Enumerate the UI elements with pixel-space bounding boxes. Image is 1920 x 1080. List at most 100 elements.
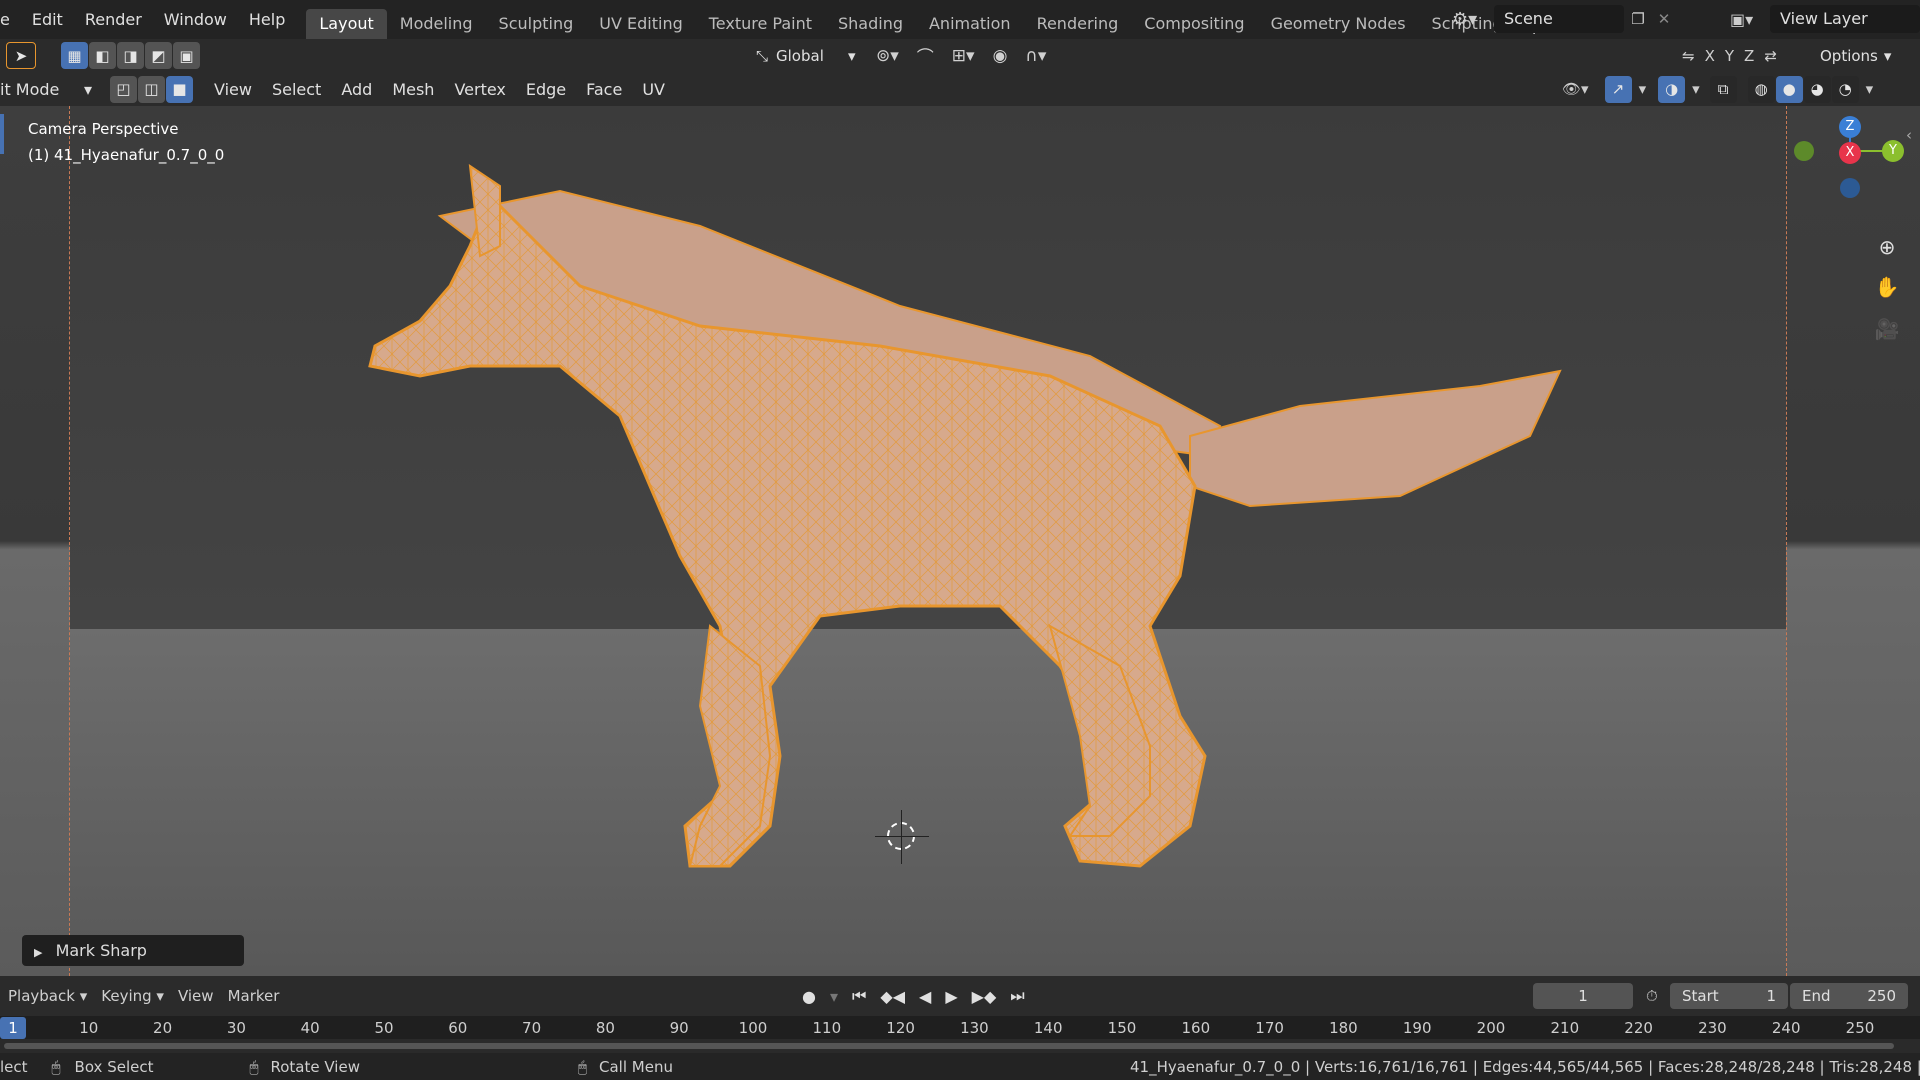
start-frame-field[interactable]: Start 1 (1670, 983, 1788, 1009)
tab-shading[interactable]: Shading (825, 9, 916, 39)
timer-icon[interactable]: ⏱ (1646, 987, 1658, 1005)
tab-sculpting[interactable]: Sculpting (486, 9, 587, 39)
falloff-icon[interactable]: ∩▾ (1025, 46, 1046, 66)
tab-rendering[interactable]: Rendering (1024, 9, 1132, 39)
pivot-icon[interactable]: ⊚▾ (876, 46, 899, 66)
xray-toggle-icon[interactable]: ⧉ (1709, 75, 1737, 103)
select-tool-icon[interactable]: ➤ (6, 42, 36, 69)
current-frame-field[interactable]: 1 (1533, 983, 1633, 1009)
menu-vertex[interactable]: Vertex (444, 73, 515, 106)
navigation-gizmo[interactable]: Z X Y (1788, 116, 1908, 226)
jump-start-icon[interactable]: ⏮ (852, 986, 866, 1006)
zoom-icon[interactable]: ⊕ (1870, 230, 1904, 264)
last-operator-panel[interactable]: ▶ Mark Sharp (22, 935, 244, 966)
menu-marker[interactable]: Marker (228, 987, 280, 1005)
pan-hand-icon[interactable]: ✋ (1870, 270, 1904, 304)
prev-keyframe-icon[interactable]: ◆◀ (880, 987, 905, 1006)
menu-window[interactable]: Window (153, 0, 238, 39)
delete-scene-icon[interactable]: ✕ (1652, 10, 1676, 28)
hyena-mesh[interactable] (0, 106, 1920, 976)
scene-icon[interactable]: ⚙▾ (1452, 9, 1494, 30)
menu-keying[interactable]: Keying ▾ (101, 987, 164, 1005)
mode-selector[interactable]: it Mode ▾ (0, 80, 100, 99)
menu-select[interactable]: Select (262, 73, 331, 106)
mirror-icon[interactable]: ⇋ (1682, 47, 1695, 65)
mirror-x-toggle[interactable]: X (1705, 47, 1715, 65)
status-select: lect (0, 1057, 28, 1076)
timeline-scrollbar[interactable] (0, 1039, 1920, 1053)
select-intersect-icon[interactable]: ▣ (173, 42, 200, 69)
main-menu: e Edit Render Window Help (0, 0, 296, 39)
snap-icon[interactable]: ⌒ (917, 43, 934, 68)
tab-layout[interactable]: Layout (306, 9, 387, 39)
end-frame-field[interactable]: End 250 (1790, 983, 1908, 1009)
visibility-icon[interactable]: 👁▾ (1562, 80, 1589, 98)
playhead-marker[interactable]: 1 (0, 1017, 26, 1039)
material-shading-icon[interactable]: ◕ (1803, 75, 1831, 103)
vertex-select-icon[interactable]: ◰ (110, 75, 137, 103)
menu-edge[interactable]: Edge (516, 73, 576, 106)
menu-help[interactable]: Help (238, 0, 296, 39)
play-icon[interactable]: ▶ (945, 987, 957, 1006)
sidebar-toggle-icon[interactable]: ‹ (1906, 126, 1912, 144)
topology-mirror-icon[interactable]: ⇄ (1764, 47, 1777, 65)
face-select-icon[interactable]: ■ (166, 75, 193, 103)
menu-timeline-view[interactable]: View (178, 987, 214, 1005)
chevron-down-icon[interactable]: ▾ (830, 987, 838, 1006)
transform-orientation[interactable]: ⤡ Global ▾ (756, 47, 856, 65)
menu-add[interactable]: Add (331, 73, 382, 106)
record-icon[interactable]: ● (802, 987, 816, 1006)
chevron-down-icon[interactable]: ▾ (1692, 80, 1700, 98)
3d-viewport[interactable]: Camera Perspective (1) 41_Hyaenafur_0.7_… (0, 106, 1920, 976)
next-keyframe-icon[interactable]: ▶◆ (972, 987, 997, 1006)
rendered-shading-icon[interactable]: ◔ (1831, 75, 1859, 103)
tab-texture-paint[interactable]: Texture Paint (696, 9, 825, 39)
menu-render[interactable]: Render (74, 0, 153, 39)
tab-geometry-nodes[interactable]: Geometry Nodes (1258, 9, 1419, 39)
view-layer-field[interactable]: View Layer (1770, 5, 1920, 33)
gizmo-neg-z-axis[interactable] (1840, 178, 1860, 198)
tab-modeling[interactable]: Modeling (387, 9, 486, 39)
select-new-icon[interactable]: ▦ (61, 42, 88, 69)
select-subtract-icon[interactable]: ◨ (117, 42, 144, 69)
status-box-select: Box Select (74, 1057, 154, 1076)
menu-uv[interactable]: UV (632, 73, 675, 106)
gizmo-toggle-icon[interactable]: ↗ (1604, 75, 1632, 103)
gizmo-y-axis[interactable]: Y (1882, 140, 1904, 162)
tab-compositing[interactable]: Compositing (1131, 9, 1257, 39)
gizmo-neg-y-axis[interactable] (1794, 141, 1814, 161)
scrollbar-thumb[interactable] (4, 1043, 1894, 1049)
select-invert-icon[interactable]: ◩ (145, 42, 172, 69)
tab-animation[interactable]: Animation (916, 9, 1024, 39)
overlay-toggle-icon[interactable]: ◑ (1658, 75, 1686, 103)
menu-file[interactable]: e (0, 0, 21, 39)
menu-face[interactable]: Face (576, 73, 632, 106)
mirror-y-toggle[interactable]: Y (1725, 47, 1734, 65)
wireframe-shading-icon[interactable]: ◍ (1747, 75, 1775, 103)
menu-edit[interactable]: Edit (21, 0, 74, 39)
options-dropdown[interactable]: Options ▾ (1820, 47, 1891, 65)
edge-select-icon[interactable]: ◫ (138, 75, 165, 103)
scene-name-field[interactable]: Scene (1494, 5, 1624, 33)
gizmo-x-axis[interactable]: X (1839, 142, 1861, 164)
menu-view[interactable]: View (204, 73, 262, 106)
menu-playback[interactable]: Playback ▾ (8, 987, 87, 1005)
tab-uv-editing[interactable]: UV Editing (586, 9, 695, 39)
solid-shading-icon[interactable]: ● (1775, 75, 1803, 103)
view-layer-icon[interactable]: ▣▾ (1730, 10, 1770, 29)
mirror-z-toggle[interactable]: Z (1744, 47, 1754, 65)
play-reverse-icon[interactable]: ◀ (919, 987, 931, 1006)
snap-target-icon[interactable]: ⊞▾ (952, 46, 975, 66)
jump-end-icon[interactable]: ⏭ (1010, 986, 1024, 1006)
menu-mesh[interactable]: Mesh (382, 73, 444, 106)
gizmo-z-axis[interactable]: Z (1839, 116, 1861, 138)
workspace-tabs: Layout Modeling Sculpting UV Editing Tex… (306, 0, 1552, 39)
select-extend-icon[interactable]: ◧ (89, 42, 116, 69)
proportional-edit-icon[interactable]: ◉ (993, 46, 1008, 66)
chevron-down-icon[interactable]: ▾ (1639, 80, 1647, 98)
new-scene-icon[interactable]: ❐ (1624, 10, 1652, 28)
chevron-down-icon[interactable]: ▾ (1866, 80, 1874, 98)
camera-view-icon[interactable]: 🎥 (1870, 312, 1904, 346)
3d-cursor-icon[interactable] (875, 810, 929, 864)
chevron-down-icon: ▾ (84, 79, 93, 99)
